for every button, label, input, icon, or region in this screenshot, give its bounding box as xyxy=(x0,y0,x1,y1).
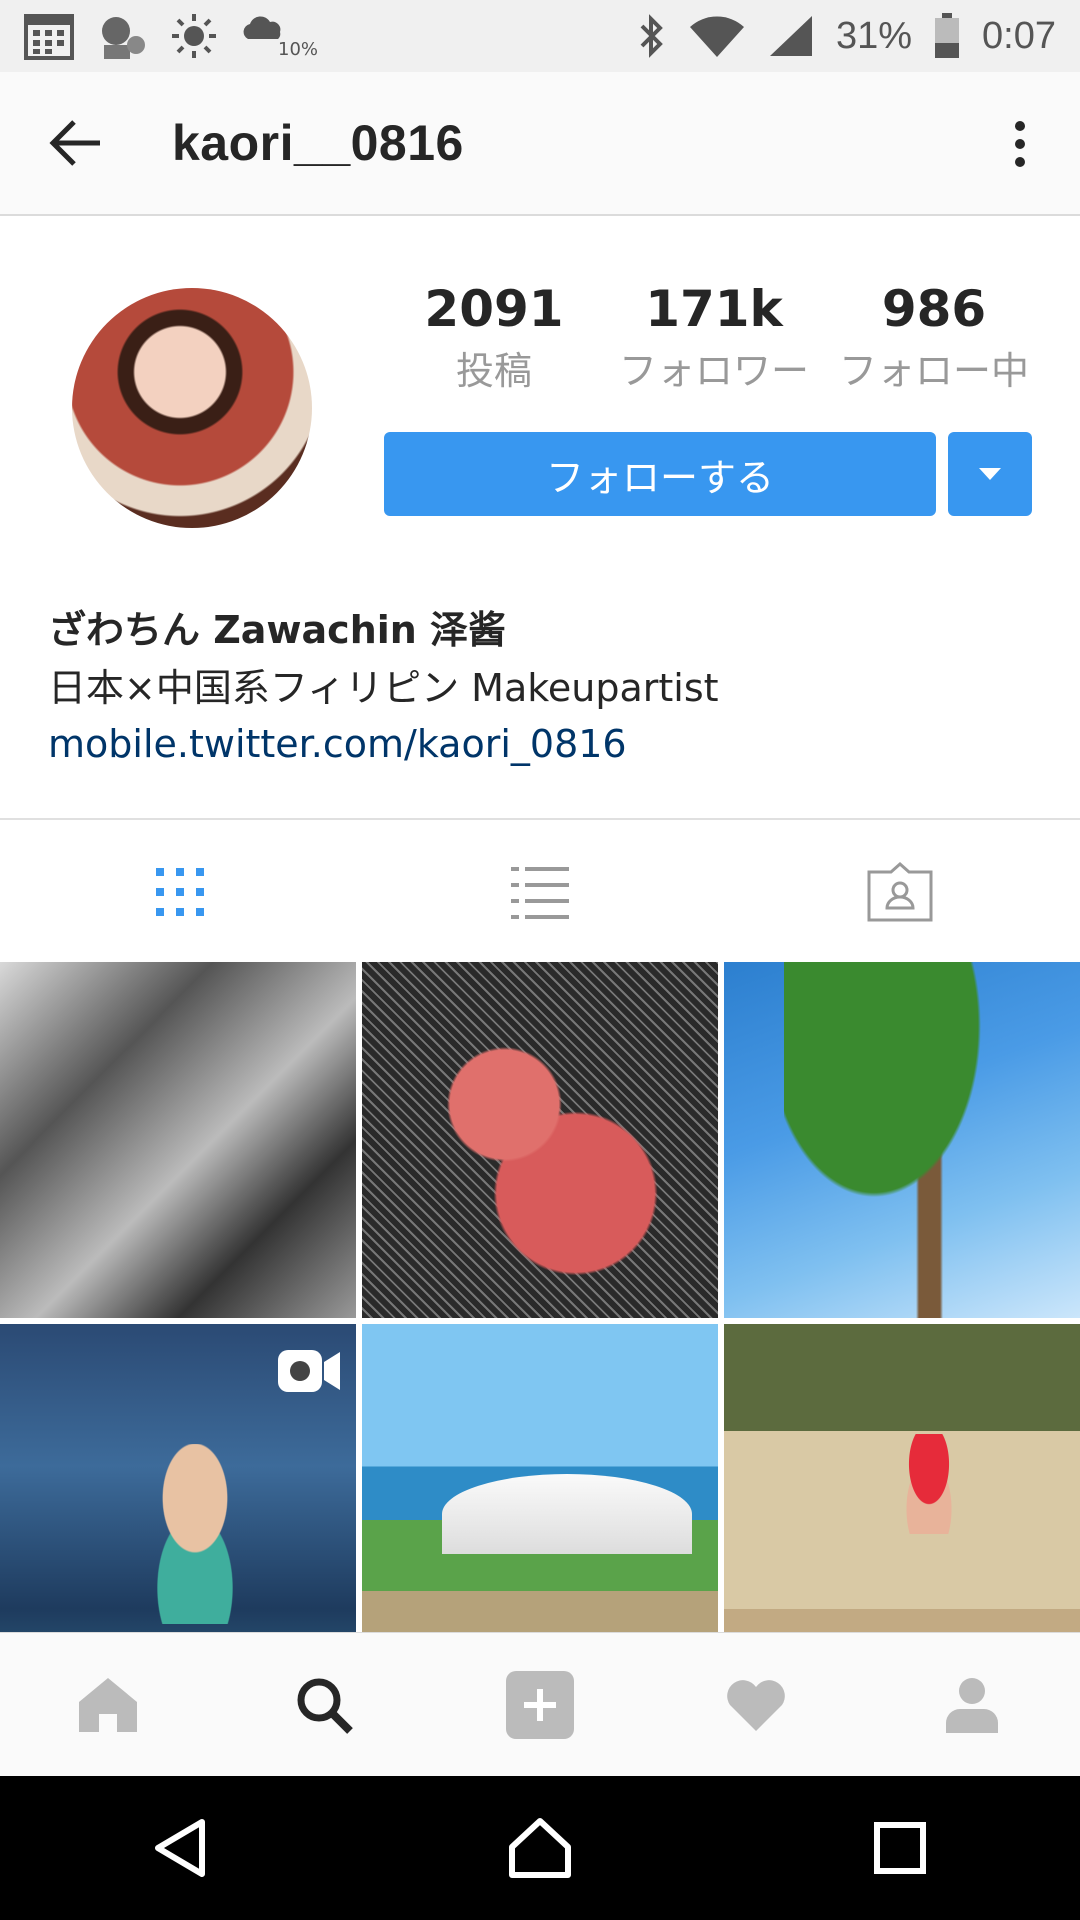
nav-home[interactable] xyxy=(0,1633,216,1776)
recents-square-icon xyxy=(874,1822,926,1874)
system-home-icon xyxy=(509,1818,571,1878)
profile-bio: ざわちん Zawachin 泽酱 日本×中国系フィリピン Makeupartis… xyxy=(48,600,1038,772)
battery-percent: 31% xyxy=(835,14,913,57)
more-dot-icon xyxy=(1015,139,1025,149)
nav-profile[interactable] xyxy=(864,1633,1080,1776)
status-bar: 10% 31% 0:07 xyxy=(0,0,1080,72)
stat-following[interactable]: 986 フォロー中 xyxy=(829,280,1039,395)
top-app-bar: kaori__0816 xyxy=(0,72,1080,216)
system-recents-button[interactable] xyxy=(720,1776,1080,1920)
tab-grid[interactable] xyxy=(0,820,360,964)
more-options-button[interactable] xyxy=(1000,108,1040,180)
back-arrow-icon xyxy=(49,120,100,166)
bluetooth-icon xyxy=(640,14,663,58)
wifi-icon xyxy=(689,16,744,57)
weather-percent: 10% xyxy=(278,38,319,60)
profile-stats: 2091 投稿 171k フォロワー 986 フォロー中 xyxy=(384,280,1044,395)
heart-icon xyxy=(727,1679,785,1731)
bio-link[interactable]: mobile.twitter.com/kaori_0816 xyxy=(48,716,1038,772)
bio-text: 日本×中国系フィリピン Makeupartist xyxy=(48,666,719,710)
signal-icon xyxy=(769,16,812,56)
grid-icon xyxy=(156,868,204,916)
video-camera-icon xyxy=(278,1350,340,1392)
suggestions-dropdown-button[interactable] xyxy=(948,432,1032,516)
follow-button[interactable]: フォローする xyxy=(384,432,936,516)
profile-view-tabs xyxy=(0,818,1080,964)
tab-list[interactable] xyxy=(360,820,720,964)
back-button[interactable] xyxy=(40,107,112,179)
add-icon xyxy=(506,1670,574,1739)
nav-search[interactable] xyxy=(216,1633,432,1776)
stat-value: 171k xyxy=(645,280,783,338)
system-home-button[interactable] xyxy=(360,1776,720,1920)
clock: 0:07 xyxy=(982,14,1056,57)
app-notification-icon xyxy=(102,17,145,59)
stat-followers[interactable]: 171k フォロワー xyxy=(609,280,819,395)
post-thumbnail[interactable] xyxy=(362,962,718,1318)
post-thumbnail[interactable] xyxy=(0,1324,356,1632)
post-thumbnail[interactable] xyxy=(724,1324,1080,1632)
stat-posts[interactable]: 2091 投稿 xyxy=(389,280,599,395)
system-back-button[interactable] xyxy=(0,1776,360,1920)
more-dot-icon xyxy=(1015,157,1025,167)
stat-label: フォロー中 xyxy=(838,349,1029,393)
battery-icon xyxy=(935,13,960,58)
calendar-icon xyxy=(24,14,74,60)
post-thumbnail[interactable] xyxy=(724,962,1080,1318)
stat-label: フォロワー xyxy=(618,349,809,393)
search-icon xyxy=(297,1678,353,1734)
display-name: ざわちん Zawachin 泽酱 xyxy=(48,608,507,652)
avatar[interactable] xyxy=(72,288,312,528)
more-dot-icon xyxy=(1015,121,1025,131)
list-icon xyxy=(511,867,569,919)
profile-icon xyxy=(946,1677,998,1733)
post-thumbnail[interactable] xyxy=(0,962,356,1318)
tagged-icon xyxy=(867,862,933,922)
sun-icon xyxy=(172,14,216,58)
triangle-back-icon xyxy=(155,1819,205,1877)
stat-value: 2091 xyxy=(424,280,564,338)
bottom-navigation xyxy=(0,1632,1080,1776)
nav-add[interactable] xyxy=(432,1633,648,1776)
stat-label: 投稿 xyxy=(455,349,532,393)
nav-activity[interactable] xyxy=(648,1633,864,1776)
system-navigation-bar xyxy=(0,1776,1080,1920)
home-icon xyxy=(79,1677,137,1732)
stat-value: 986 xyxy=(881,280,987,338)
profile-username: kaori__0816 xyxy=(172,115,464,171)
post-thumbnail[interactable] xyxy=(362,1324,718,1632)
post-grid xyxy=(0,962,1080,1632)
dropdown-arrow-icon xyxy=(979,468,1001,480)
tab-tagged[interactable] xyxy=(720,820,1080,964)
